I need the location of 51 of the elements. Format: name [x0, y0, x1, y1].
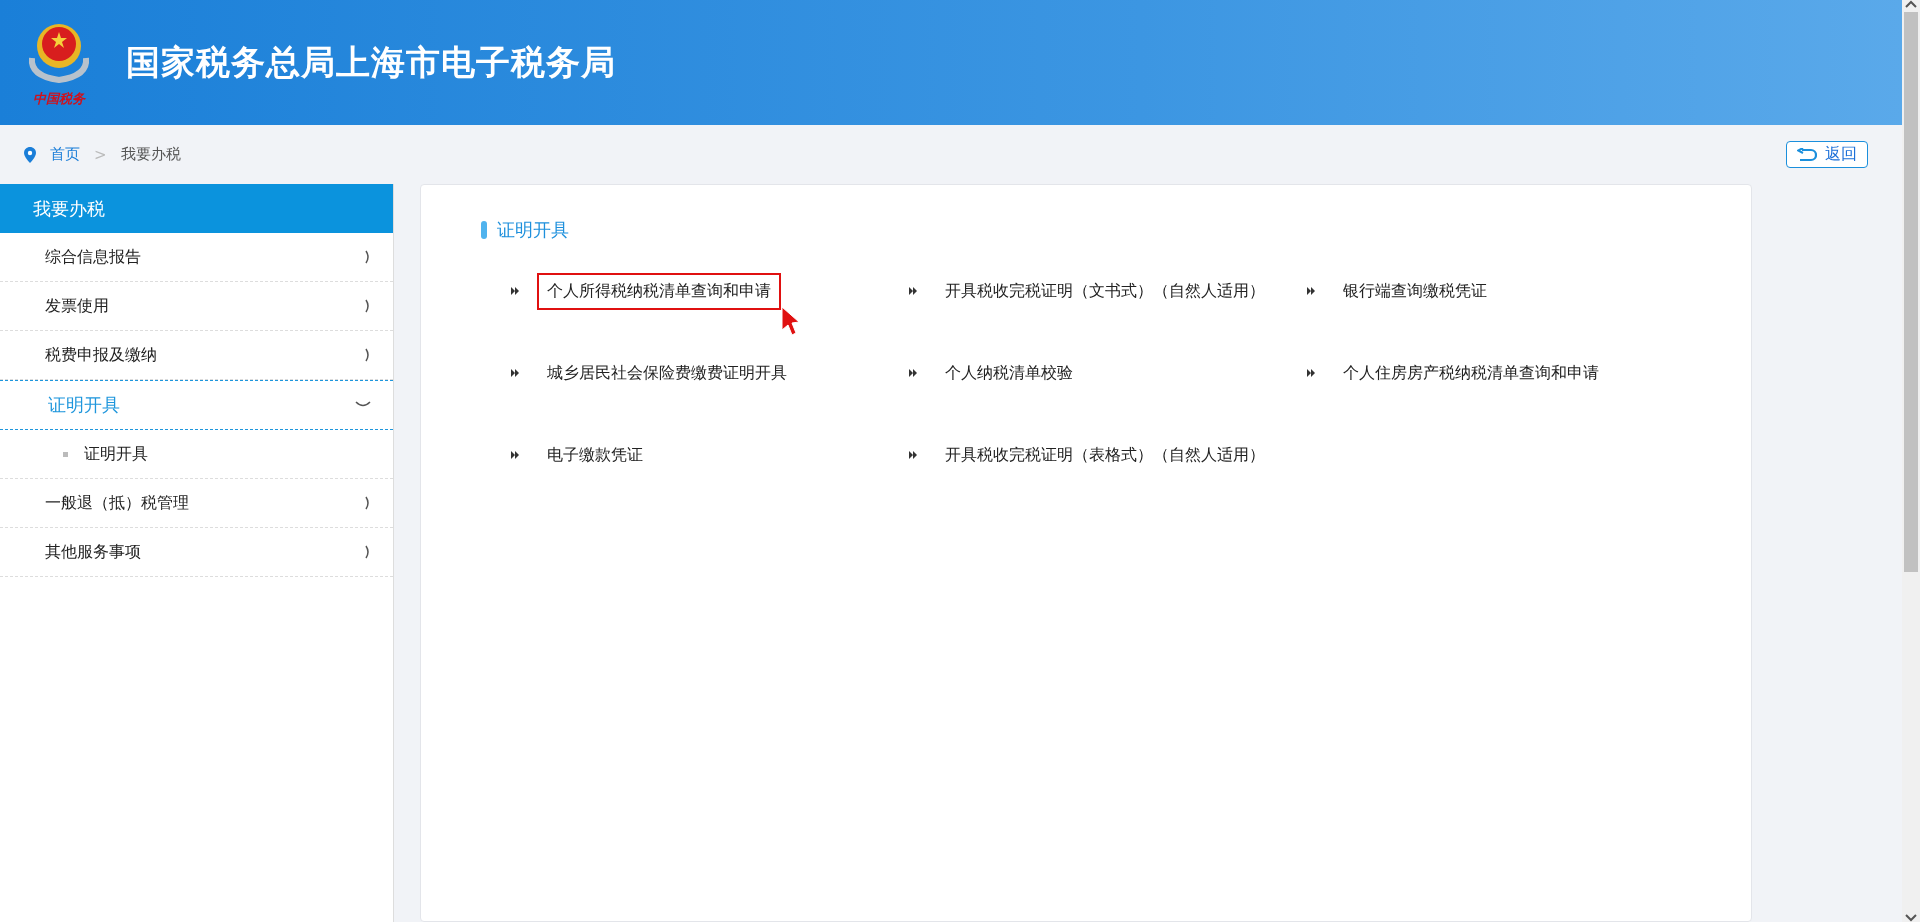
emblem-caption: 中国税务 — [33, 89, 85, 108]
double-arrow-icon — [1307, 287, 1315, 295]
service-link[interactable]: 开具税收完税证明（表格式）（自然人适用） — [935, 436, 1275, 474]
sidebar-item-label: 综合信息报告 — [45, 246, 141, 268]
sidebar-title: 我要办税 — [0, 184, 393, 233]
sidebar-item-label: 其他服务事项 — [45, 541, 141, 563]
chevron-right-icon — [365, 496, 371, 510]
breadcrumb-link[interactable]: 首页 — [50, 145, 80, 164]
chevron-right-icon — [365, 348, 371, 362]
double-arrow-icon — [909, 451, 917, 459]
double-arrow-icon — [511, 369, 519, 377]
breadcrumb-separator: > — [94, 145, 107, 164]
sidebar-item[interactable]: 其他服务事项 — [0, 528, 393, 577]
sidebar-item-label: 税费申报及缴纳 — [45, 344, 157, 366]
sidebar-subitem[interactable]: 证明开具 — [0, 430, 393, 479]
breadcrumb-current: 我要办税 — [120, 145, 181, 164]
chevron-right-icon — [365, 299, 371, 313]
service-link[interactable]: 个人住房房产税纳税清单查询和申请 — [1333, 354, 1609, 392]
double-arrow-icon — [511, 287, 519, 295]
section-marker — [481, 221, 487, 239]
service-link[interactable]: 个人纳税清单校验 — [935, 354, 1083, 392]
section-title: 证明开具 — [497, 218, 569, 242]
sidebar-subitem-label: 证明开具 — [84, 443, 148, 465]
service-link[interactable]: 城乡居民社会保险费缴费证明开具 — [537, 354, 797, 392]
sidebar-item-label: 一般退（抵）税管理 — [45, 492, 189, 514]
bullet-icon — [63, 451, 68, 457]
chevron-down-icon — [355, 401, 371, 409]
sidebar-item[interactable]: 税费申报及缴纳 — [0, 331, 393, 380]
sidebar-item-label: 发票使用 — [45, 295, 109, 317]
service-link[interactable]: 银行端查询缴税凭证 — [1333, 272, 1497, 310]
back-button[interactable]: 返回 — [1786, 141, 1868, 168]
chevron-right-icon — [365, 545, 371, 559]
location-pin-icon — [24, 146, 36, 163]
sidebar-item[interactable]: 一般退（抵）税管理 — [0, 479, 393, 528]
scroll-down-icon[interactable] — [1905, 914, 1917, 922]
sidebar-item[interactable]: 发票使用 — [0, 282, 393, 331]
double-arrow-icon — [1307, 369, 1315, 377]
service-link[interactable]: 电子缴款凭证 — [537, 436, 653, 474]
scrollbar-thumb[interactable] — [1904, 12, 1918, 572]
double-arrow-icon — [909, 287, 917, 295]
scrollbar[interactable] — [1902, 0, 1920, 922]
double-arrow-icon — [511, 451, 519, 459]
sidebar-item-label: 证明开具 — [48, 393, 120, 417]
scroll-up-icon[interactable] — [1905, 0, 1917, 8]
undo-arrow-icon — [1797, 147, 1817, 162]
service-link[interactable]: 开具税收完税证明（文书式）（自然人适用） — [935, 272, 1275, 310]
site-title: 国家税务总局上海市电子税务局 — [126, 40, 616, 84]
sidebar-item[interactable]: 综合信息报告 — [0, 233, 393, 282]
chevron-right-icon — [365, 250, 371, 264]
cursor-icon — [781, 305, 801, 336]
double-arrow-icon — [909, 369, 917, 377]
